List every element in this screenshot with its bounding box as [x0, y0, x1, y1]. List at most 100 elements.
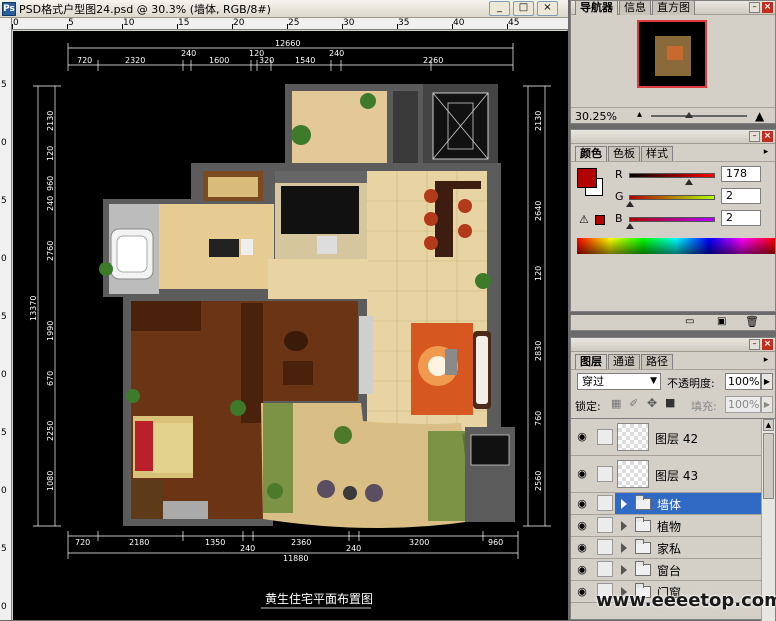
- lock-position-icon[interactable]: ✥: [647, 396, 657, 410]
- tab-color[interactable]: 颜色: [575, 146, 607, 161]
- gamut-swatch[interactable]: [595, 215, 605, 225]
- layer-thumbnail: [617, 460, 649, 488]
- minimize-panel-button[interactable]: –: [749, 339, 760, 350]
- channel-b-slider[interactable]: [629, 217, 715, 222]
- channel-r-input[interactable]: 178: [721, 166, 761, 182]
- scroll-up-icon[interactable]: ▲: [763, 419, 774, 431]
- eye-icon[interactable]: ◉: [574, 430, 590, 444]
- layer-group-row[interactable]: ◉ 墙体: [571, 493, 761, 515]
- warning-icon[interactable]: ⚠: [579, 213, 589, 226]
- eye-icon[interactable]: ◉: [574, 519, 590, 533]
- foreground-color-swatch[interactable]: [577, 168, 597, 188]
- svg-text:2250: 2250: [46, 421, 55, 441]
- channel-r-slider[interactable]: [629, 173, 715, 178]
- zoom-in-icon[interactable]: ▲: [755, 109, 764, 123]
- ruler-label: 0: [1, 486, 7, 496]
- layer-name[interactable]: 墙体: [657, 496, 681, 513]
- channel-g-thumb[interactable]: [625, 201, 634, 207]
- channel-g-input[interactable]: 2: [721, 188, 761, 204]
- layer-group-row[interactable]: ◉ 窗台: [571, 559, 761, 581]
- ruler-label: 5: [1, 312, 7, 322]
- layer-link-box[interactable]: [597, 517, 613, 533]
- expand-arrow-icon[interactable]: [621, 543, 627, 553]
- maximize-button[interactable]: □: [513, 1, 534, 16]
- close-panel-button[interactable]: ×: [762, 131, 773, 142]
- close-panel-button[interactable]: ×: [762, 2, 773, 13]
- blend-mode-select[interactable]: 穿过 ▼: [577, 373, 661, 390]
- tab-swatches[interactable]: 色板: [608, 146, 640, 161]
- new-swatch-icon[interactable]: ▭: [685, 316, 694, 327]
- svg-text:240: 240: [346, 544, 361, 553]
- svg-text:240: 240: [181, 49, 196, 58]
- zoom-slider[interactable]: [651, 115, 747, 117]
- layer-name[interactable]: 图层 43: [655, 467, 698, 484]
- zoom-level[interactable]: 30.25%: [575, 110, 617, 123]
- ruler-label: 5: [68, 18, 74, 28]
- close-button[interactable]: ×: [537, 1, 558, 16]
- channel-g-label: G: [615, 190, 624, 203]
- color-ramp[interactable]: [577, 238, 775, 254]
- eye-icon[interactable]: ◉: [574, 467, 590, 481]
- tab-histogram[interactable]: 直方图: [652, 0, 695, 15]
- channel-r-thumb[interactable]: [685, 179, 694, 185]
- svg-text:720: 720: [75, 538, 90, 547]
- tab-styles[interactable]: 样式: [641, 146, 673, 161]
- navigator-preview-area: [571, 16, 775, 102]
- navigator-panel-header[interactable]: 导航器 信息 直方图 – ×: [571, 0, 775, 15]
- tab-channels[interactable]: 通道: [608, 354, 640, 369]
- layer-link-box[interactable]: [597, 561, 613, 577]
- document-titlebar[interactable]: Ps PSD格式户型图24.psd @ 30.3% (墙体, RGB/8#) _…: [0, 0, 568, 18]
- trash-icon[interactable]: 🗑: [745, 315, 759, 328]
- layer-link-box[interactable]: [597, 466, 613, 482]
- zoom-out-icon[interactable]: ▴: [637, 109, 642, 120]
- expand-arrow-icon[interactable]: [621, 565, 627, 575]
- lock-transparent-icon[interactable]: ▦: [611, 397, 621, 410]
- eye-icon[interactable]: ◉: [574, 541, 590, 555]
- tab-layers[interactable]: 图层: [575, 354, 607, 369]
- navigator-view-box[interactable]: [637, 20, 707, 88]
- horizontal-ruler[interactable]: 0 5 10 15 20 25 30 35 40 45: [12, 18, 568, 30]
- layer-link-box[interactable]: [597, 495, 613, 511]
- eye-icon[interactable]: ◉: [574, 563, 590, 577]
- scrollbar-thumb[interactable]: [763, 433, 774, 499]
- layer-group-row[interactable]: ◉ 家私: [571, 537, 761, 559]
- lock-image-icon[interactable]: ✐: [629, 397, 638, 410]
- minimize-panel-button[interactable]: –: [749, 131, 760, 142]
- channel-g-slider[interactable]: [629, 195, 715, 200]
- layer-name[interactable]: 图层 42: [655, 430, 698, 447]
- opacity-input[interactable]: 100%: [725, 373, 761, 390]
- layer-link-box[interactable]: [597, 429, 613, 445]
- minimize-button[interactable]: _: [489, 1, 510, 16]
- layer-link-box[interactable]: [597, 539, 613, 555]
- layer-row[interactable]: ◉ 图层 42: [571, 419, 761, 456]
- panel-menu-icon[interactable]: ▸: [761, 147, 771, 157]
- panel-menu-icon[interactable]: ▸: [761, 355, 771, 365]
- layer-name[interactable]: 植物: [657, 518, 681, 535]
- layer-row[interactable]: ◉ 图层 43: [571, 456, 761, 493]
- close-panel-button[interactable]: ×: [762, 339, 773, 350]
- expand-arrow-icon[interactable]: [621, 499, 627, 509]
- color-panel-header[interactable]: – ×: [571, 130, 775, 144]
- minimize-panel-button[interactable]: –: [749, 2, 760, 13]
- channel-b-thumb[interactable]: [625, 223, 634, 229]
- opacity-slider-button[interactable]: ▶: [761, 373, 773, 390]
- eye-icon[interactable]: ◉: [574, 497, 590, 511]
- eye-icon[interactable]: ◉: [574, 585, 590, 599]
- layer-name[interactable]: 窗台: [657, 562, 681, 579]
- fill-input[interactable]: 100%: [725, 396, 761, 413]
- expand-arrow-icon[interactable]: [621, 521, 627, 531]
- vertical-ruler[interactable]: 5 0 5 0 5 0 5 0 5 0: [0, 18, 12, 620]
- document-canvas[interactable]: 12660 720 2320 240 1600 120 320 1540 240…: [13, 31, 568, 620]
- layer-group-row[interactable]: ◉ 植物: [571, 515, 761, 537]
- channel-b-input[interactable]: 2: [721, 210, 761, 226]
- layers-panel-header[interactable]: – ×: [571, 338, 775, 352]
- tab-navigator[interactable]: 导航器: [575, 0, 618, 15]
- create-icon[interactable]: ▣: [717, 316, 726, 327]
- fill-slider-button[interactable]: ▶: [761, 396, 773, 413]
- fill-label: 填充:: [691, 400, 717, 413]
- tab-info[interactable]: 信息: [619, 0, 651, 15]
- zoom-slider-thumb[interactable]: [685, 112, 693, 118]
- lock-all-icon[interactable]: ■: [665, 396, 675, 409]
- tab-paths[interactable]: 路径: [641, 354, 673, 369]
- layer-name[interactable]: 家私: [657, 540, 681, 557]
